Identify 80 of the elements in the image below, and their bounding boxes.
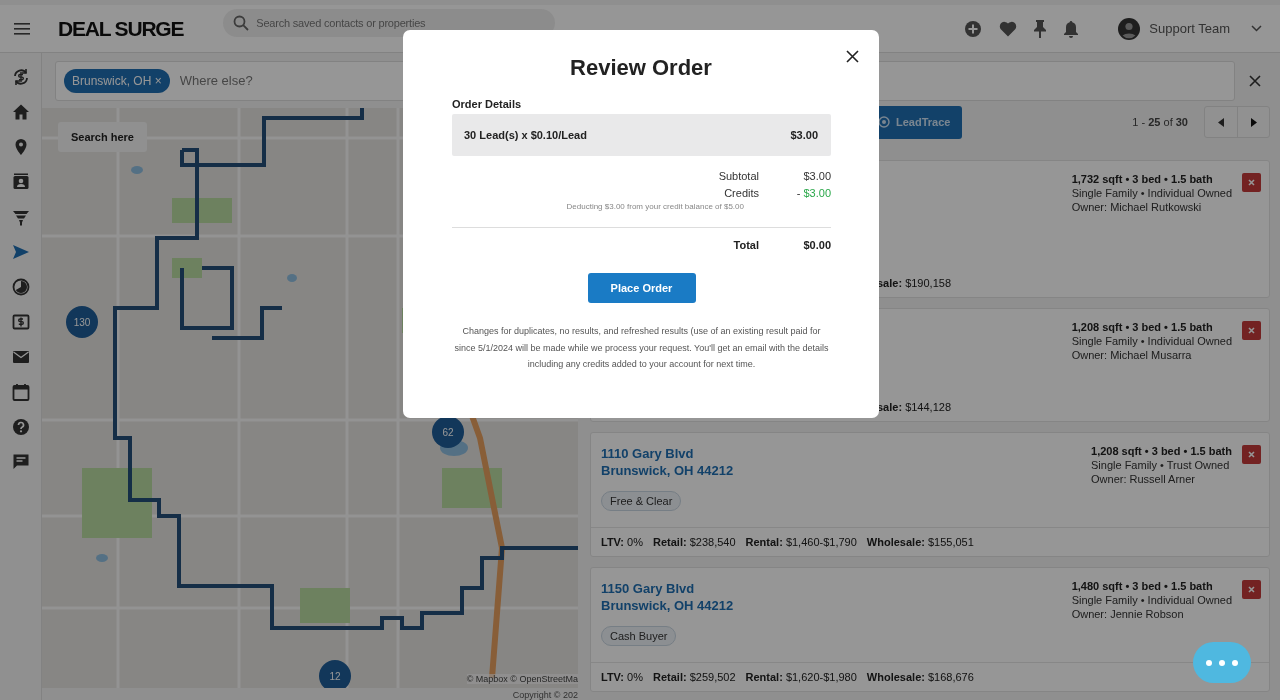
property-address[interactable]: 1150 Gary Blvd — [601, 580, 695, 597]
calendar-icon[interactable] — [11, 383, 30, 401]
total-value: $0.00 — [802, 239, 831, 251]
add-icon[interactable] — [964, 19, 983, 38]
close-icon — [1248, 179, 1255, 186]
remove-button[interactable] — [1242, 580, 1261, 599]
property-tag: Cash Buyer — [601, 626, 677, 646]
property-type: Single Family • Trust Owned — [1091, 459, 1231, 471]
property-stat: Wholesale: $168,676 — [866, 671, 974, 683]
place-order-button[interactable]: Place Order — [587, 273, 696, 303]
pagination-count: 1 - 25 of 30 — [1132, 116, 1188, 128]
property-specs: 1,208 sqft • 3 bed • 1.5 bath — [1091, 445, 1232, 457]
property-address[interactable]: 1110 Gary Blvd — [601, 445, 694, 462]
dollar-icon[interactable] — [11, 313, 30, 331]
target-icon — [878, 116, 890, 128]
owner-name: Owner: Jennie Robson — [1071, 608, 1185, 620]
property-stat: Rental: $1,460-$1,790 — [745, 536, 857, 548]
dollar-cycle-icon[interactable] — [11, 68, 30, 86]
property-type: Single Family • Individual Owned — [1071, 335, 1232, 347]
mail-icon[interactable] — [11, 348, 30, 366]
section-label: Order Details — [452, 98, 523, 110]
search-bar[interactable]: Search saved contacts or properties — [223, 9, 556, 37]
caret-right-icon — [1250, 117, 1257, 127]
chevron-down-icon[interactable] — [1251, 25, 1262, 32]
property-stat: LTV: 0% — [601, 536, 643, 548]
property-stat: Wholesale: $155,051 — [866, 536, 974, 548]
property-type: Single Family • Individual Owned — [1071, 594, 1232, 606]
property-specs: 1,208 sqft • 3 bed • 1.5 bath — [1071, 321, 1214, 333]
search-icon — [233, 15, 250, 31]
location-chip[interactable]: Brunswick, OH × — [64, 68, 170, 93]
owner-name: Owner: Russell Arner — [1091, 473, 1196, 485]
summary-label: Credits — [723, 187, 759, 199]
close-icon — [1248, 451, 1255, 458]
summary-value: - $3.00 — [795, 187, 831, 199]
bell-icon[interactable] — [1063, 19, 1080, 38]
line-item-label: 30 Lead(s) x $0.10/Lead — [464, 129, 587, 141]
search-here-button[interactable]: Search here — [58, 122, 147, 152]
remove-button[interactable] — [1242, 321, 1261, 340]
pie-icon[interactable] — [11, 278, 30, 296]
property-card[interactable]: 1110 Gary Blvd Brunswick, OH 44212 Free & Clear 1,208 sqft • 3 bed • 1.5 bath Single Family • Trust Owned Owner: Russell Arner LTV: 0% Retail: $238,540 Rental: $1,460-$1,790 Wholesale: $155,051 — [590, 432, 1270, 557]
total-label: Total — [732, 239, 759, 251]
search-field[interactable]: Search saved contacts or properties — [256, 16, 447, 30]
owner-name: Owner: Michael Rutkowski — [1071, 201, 1203, 213]
chat-icon[interactable] — [11, 453, 30, 471]
property-stat: LTV: 0% — [601, 671, 643, 683]
property-specs: 1,732 sqft • 3 bed • 1.5 bath — [1071, 173, 1214, 185]
property-tag: Free & Clear — [601, 491, 682, 511]
line-item-amount: $3.00 — [790, 129, 818, 141]
contact-card-icon[interactable] — [11, 173, 30, 191]
logo: DEAL SURGE — [58, 16, 184, 41]
property-stat: Retail: $238,540 — [653, 536, 736, 548]
pin-icon[interactable] — [1034, 19, 1047, 38]
dialog-title: Review Order — [569, 55, 713, 81]
close-icon — [1248, 327, 1255, 334]
property-card[interactable]: 1150 Gary Blvd Brunswick, OH 44212 Cash Buyer 1,480 sqft • 3 bed • 1.5 bath Single Family • Individual Owned Owner: Jennie Robson LTV: 0% Retail: $259,502 Rental: $1,620-$1,980 Wholesale: $168,676 — [590, 567, 1270, 692]
user-name[interactable]: Support Team — [1149, 21, 1230, 36]
menu-icon[interactable] — [14, 22, 30, 35]
remove-button[interactable] — [1242, 445, 1261, 464]
summary-label: Subtotal — [717, 170, 759, 182]
property-type: Single Family • Individual Owned — [1071, 187, 1232, 199]
more-icon — [1206, 659, 1238, 666]
property-specs: 1,480 sqft • 3 bed • 1.5 bath — [1071, 580, 1214, 592]
home-icon[interactable] — [11, 103, 30, 121]
property-stat: Retail: $259,502 — [653, 671, 736, 683]
copyright-text: Copyright © 202 — [512, 690, 578, 700]
send-icon[interactable] — [11, 243, 30, 261]
avatar-icon[interactable] — [1118, 17, 1141, 40]
property-address[interactable]: Brunswick, OH 44212 — [601, 597, 734, 614]
summary-value: $3.00 — [802, 170, 831, 182]
help-icon[interactable] — [11, 418, 30, 436]
location-input[interactable]: Where else? — [177, 72, 358, 89]
funnel-icon[interactable] — [11, 208, 30, 226]
close-icon — [1248, 586, 1255, 593]
remove-button[interactable] — [1242, 173, 1261, 192]
property-stat: Rental: $1,620-$1,980 — [745, 671, 857, 683]
close-icon[interactable] — [846, 50, 859, 63]
property-address[interactable]: Brunswick, OH 44212 — [601, 462, 734, 479]
owner-name: Owner: Michael Musarra — [1071, 349, 1193, 361]
caret-left-icon — [1218, 117, 1224, 127]
heart-icon[interactable] — [999, 20, 1018, 37]
